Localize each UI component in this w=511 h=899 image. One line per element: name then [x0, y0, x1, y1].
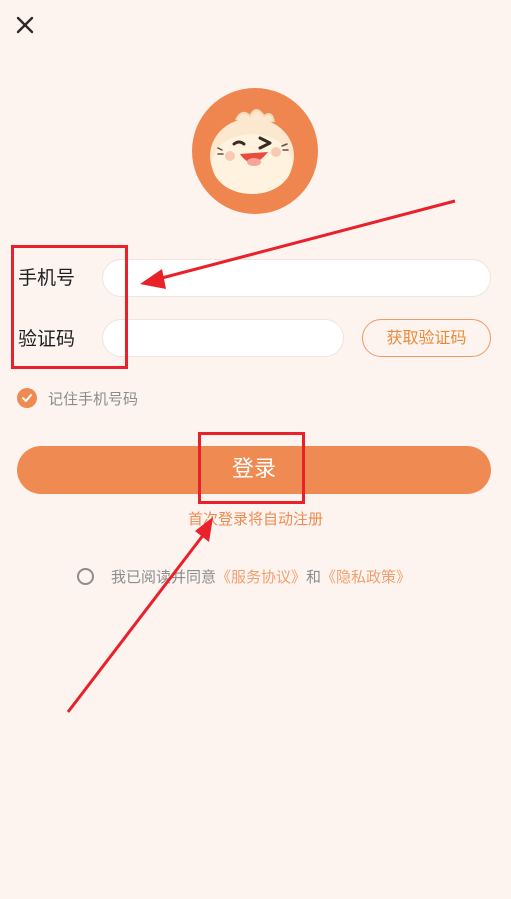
- code-input[interactable]: [102, 319, 344, 357]
- agreement-row: 我已阅读并同意《服务协议》和《隐私政策》: [77, 566, 411, 586]
- annotation-box-labels: [11, 245, 128, 369]
- agreement-text: 我已阅读并同意《服务协议》和《隐私政策》: [111, 566, 411, 587]
- steamed-bun-mascot-icon: [210, 109, 294, 194]
- get-code-button[interactable]: 获取验证码: [362, 319, 491, 357]
- agreement-and: 和: [306, 567, 322, 586]
- checkmark-icon: [17, 388, 37, 408]
- close-button[interactable]: [12, 12, 38, 38]
- close-icon: [16, 16, 34, 34]
- service-agreement-link[interactable]: 《服务协议》: [216, 568, 306, 586]
- remember-phone-checkbox[interactable]: 记住手机号码: [17, 388, 138, 408]
- auto-register-hint: 首次登录将自动注册: [187, 510, 323, 528]
- agreement-prefix: 我已阅读并同意: [111, 567, 217, 586]
- remember-phone-label: 记住手机号码: [48, 389, 139, 408]
- app-logo: [192, 88, 318, 214]
- privacy-policy-link[interactable]: 《隐私政策》: [321, 568, 411, 586]
- annotation-arrow-to-login: [66, 533, 206, 713]
- agreement-radio[interactable]: [77, 567, 94, 585]
- phone-input[interactable]: [102, 259, 491, 297]
- annotation-box-login: [198, 432, 305, 504]
